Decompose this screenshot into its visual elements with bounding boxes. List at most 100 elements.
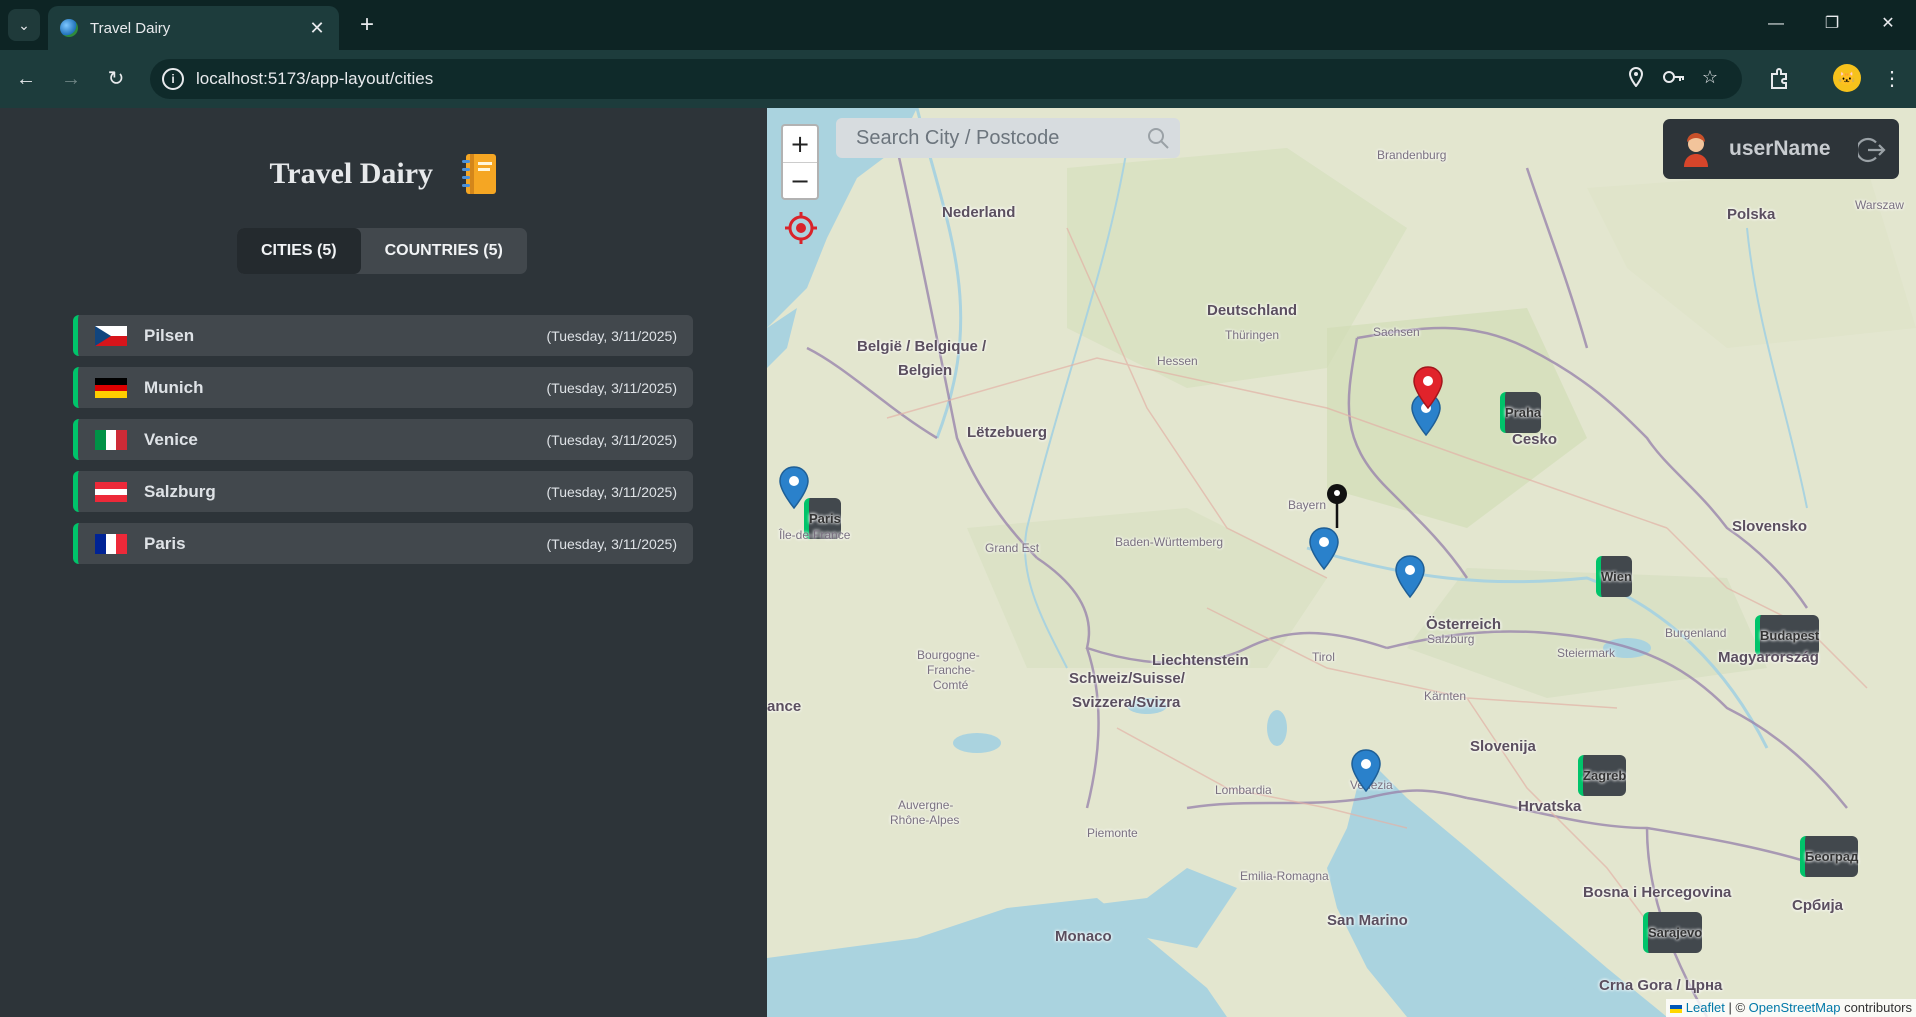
austrian-flag-icon	[95, 481, 127, 502]
map-label-thuringen: Thüringen	[1225, 328, 1280, 342]
map-label-nederland: Nederland	[942, 204, 1016, 221]
map-label-magyarorszag: Magyarország	[1718, 649, 1819, 666]
map-marker-paris[interactable]	[778, 466, 810, 510]
italian-flag-icon	[95, 429, 127, 450]
close-window-button[interactable]: ✕	[1868, 8, 1908, 40]
map-label-rhone: Rhône-Alpes	[890, 813, 960, 827]
map-label-svizzera: Svizzera/Svizra	[1072, 694, 1181, 711]
key-icon[interactable]	[1662, 67, 1686, 92]
username: userName	[1729, 137, 1831, 160]
map-label-crnagora: Crna Gora / Црна	[1599, 977, 1723, 994]
ukraine-flag-icon	[1670, 1004, 1683, 1013]
map-label-bayern: Bayern	[1288, 498, 1327, 512]
menu-dots-icon[interactable]: ⋮	[1876, 63, 1908, 95]
zoom-out-button[interactable]: −	[783, 162, 817, 198]
browser-tab[interactable]: Travel Dairy ✕	[48, 6, 339, 50]
logout-icon[interactable]	[1858, 136, 1886, 164]
extensions-icon[interactable]	[1763, 63, 1795, 95]
map-label-wien: Wien	[1596, 556, 1632, 597]
city-date: (Tuesday, 3/11/2025)	[546, 379, 677, 396]
tab-cities[interactable]: CITIES (5)	[237, 228, 361, 274]
map-label-badenw: Baden-Württemberg	[1115, 535, 1224, 549]
minimize-button[interactable]: —	[1756, 8, 1796, 40]
map-label-belgien: Belgien	[898, 362, 953, 379]
user-panel: userName	[1663, 119, 1899, 179]
attribution-separator: | ©	[1728, 1000, 1746, 1015]
map-label-iledefrance: Île-de-France	[779, 528, 851, 542]
map-label-bosna: Bosna i Hercegovina	[1583, 884, 1732, 901]
forward-button[interactable]: →	[55, 63, 87, 95]
map-label-sachsen: Sachsen	[1373, 325, 1420, 339]
brand: Travel Dairy	[0, 152, 767, 196]
tab-countries[interactable]: COUNTRIES (5)	[361, 228, 527, 274]
zoom-in-button[interactable]: +	[783, 126, 817, 162]
map-marker-salzburg[interactable]	[1394, 555, 1426, 599]
map-marker-munich[interactable]	[1308, 527, 1340, 571]
city-name: Munich	[144, 377, 204, 397]
globe-favicon-icon	[60, 19, 78, 37]
openstreetmap-link[interactable]: OpenStreetMap	[1749, 1000, 1841, 1015]
locate-me-button[interactable]	[784, 211, 818, 245]
map-label-burgenland: Burgenland	[1665, 626, 1727, 640]
map-label-france: ance	[767, 698, 802, 715]
map-label-hessen: Hessen	[1157, 354, 1198, 368]
city-item-salzburg[interactable]: Salzburg (Tuesday, 3/11/2025)	[73, 471, 693, 512]
city-item-paris[interactable]: Paris (Tuesday, 3/11/2025)	[73, 523, 693, 564]
map-label-comte: Comté	[933, 678, 969, 692]
german-flag-icon	[95, 377, 127, 398]
city-item-munich[interactable]: Munich (Tuesday, 3/11/2025)	[73, 367, 693, 408]
map-label-warszawa: Warszaw	[1855, 198, 1904, 212]
city-name: Paris	[144, 533, 186, 553]
url-text[interactable]: localhost:5173/app-layout/cities	[196, 69, 433, 89]
back-button[interactable]: ←	[10, 63, 42, 95]
notebook-logo-icon	[460, 152, 498, 196]
map-label-belgie: België / Belgique /	[857, 338, 987, 355]
map-label-bourgogne: Bourgogne-	[917, 648, 980, 662]
search-box	[836, 118, 1180, 158]
map-label-hrvatska: Hrvatska	[1518, 798, 1582, 815]
search-icon[interactable]	[1146, 126, 1170, 150]
map-pin-current-location[interactable]	[1325, 483, 1349, 529]
city-date: (Tuesday, 3/11/2025)	[546, 327, 677, 344]
map-label-tirol: Tirol	[1312, 650, 1335, 664]
map-label-brandenburg: Brandenburg	[1377, 148, 1447, 162]
location-icon[interactable]	[1624, 66, 1648, 92]
map-marker-selected[interactable]	[1412, 366, 1444, 410]
app-title: Travel Dairy	[269, 157, 434, 190]
map-label-grandest: Grand Est	[985, 541, 1040, 555]
search-input[interactable]	[856, 127, 1146, 150]
map-label-deutschland: Deutschland	[1207, 302, 1298, 319]
tab-search-button[interactable]: ⌄	[8, 9, 40, 41]
city-name: Venice	[144, 429, 198, 449]
address-bar[interactable]: i localhost:5173/app-layout/cities ☆	[150, 59, 1742, 99]
map-tiles[interactable]	[767, 108, 1916, 1017]
map-marker-venice[interactable]	[1350, 749, 1382, 793]
map-label-sarajevo: Sarajevo	[1643, 912, 1703, 953]
profile-avatar[interactable]: 🐱	[1833, 64, 1861, 92]
site-info-icon[interactable]: i	[162, 68, 184, 90]
map-label-schweiz: Schweiz/Suisse/	[1069, 670, 1185, 687]
restore-button[interactable]: ❐	[1812, 8, 1852, 40]
map-attribution: Leaflet | © OpenStreetMap contributors	[1666, 999, 1916, 1017]
city-item-pilsen[interactable]: Pilsen (Tuesday, 3/11/2025)	[73, 315, 693, 356]
city-name: Salzburg	[144, 481, 216, 501]
map-label-slovenija: Slovenija	[1470, 738, 1536, 755]
map-label-salzburg: Salzburg	[1427, 632, 1475, 646]
new-tab-button[interactable]: +	[352, 10, 382, 40]
map[interactable]: Nederland Deutschland België / Belgique …	[767, 108, 1916, 1017]
chevron-down-icon: ⌄	[18, 16, 30, 33]
city-date: (Tuesday, 3/11/2025)	[546, 535, 677, 552]
map-label-slovensko: Slovensko	[1732, 518, 1808, 535]
city-date: (Tuesday, 3/11/2025)	[546, 483, 677, 500]
city-name: Pilsen	[144, 325, 195, 345]
city-item-venice[interactable]: Venice (Tuesday, 3/11/2025)	[73, 419, 693, 460]
map-label-lombardia: Lombardia	[1215, 783, 1272, 797]
reload-button[interactable]: ↻	[100, 63, 132, 95]
sidebar: Travel Dairy CITIES (5) COUNTRIES (5) Pi…	[0, 108, 767, 1017]
bookmark-star-icon[interactable]: ☆	[1698, 67, 1722, 88]
leaflet-link[interactable]: Leaflet	[1686, 1000, 1725, 1015]
tab-close-icon[interactable]: ✕	[307, 18, 327, 39]
map-label-franche: Franche-	[927, 663, 976, 677]
map-label-steiermark: Steiermark	[1557, 646, 1616, 660]
attribution-suffix: contributors	[1844, 1000, 1912, 1015]
